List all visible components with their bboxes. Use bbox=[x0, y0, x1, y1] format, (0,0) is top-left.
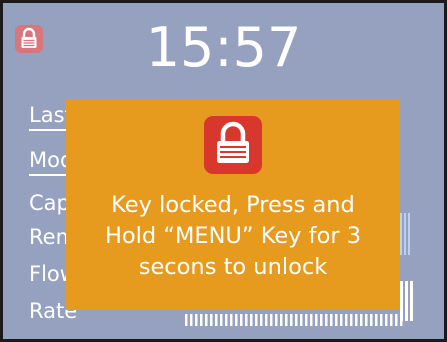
meter-tick bbox=[395, 314, 398, 326]
meter-tick bbox=[265, 314, 268, 326]
meter-tick bbox=[340, 314, 343, 326]
rate-meter bbox=[185, 314, 403, 326]
meter-tick bbox=[390, 314, 393, 326]
meter-tick bbox=[190, 314, 193, 326]
meter-tick bbox=[255, 314, 258, 326]
meter-tick bbox=[300, 314, 303, 326]
key-locked-dialog: Key locked, Press and Hold “MENU” Key fo… bbox=[66, 100, 400, 310]
meter-tick bbox=[365, 314, 368, 326]
meter-tick bbox=[215, 314, 218, 326]
meter-tick bbox=[290, 314, 293, 326]
meter-tick bbox=[400, 314, 403, 326]
meter-tick bbox=[360, 314, 363, 326]
meter-tick bbox=[335, 314, 338, 326]
meter-tick bbox=[345, 314, 348, 326]
meter-tick bbox=[225, 314, 228, 326]
clock: 15:57 bbox=[145, 16, 302, 79]
lock-message-line: Key locked, Press and bbox=[111, 192, 355, 218]
meter-tick bbox=[350, 314, 353, 326]
meter-tick bbox=[285, 314, 288, 326]
meter-tick bbox=[260, 314, 263, 326]
meter-tick bbox=[310, 314, 313, 326]
meter-tick bbox=[305, 314, 308, 326]
meter-tick bbox=[230, 314, 233, 326]
meter-tick bbox=[240, 314, 243, 326]
meter-tick bbox=[250, 314, 253, 326]
meter-tick bbox=[205, 314, 208, 326]
device-screen: 15:57 Last Mode Capacity Remaining Flow … bbox=[0, 0, 447, 342]
meter-tick bbox=[280, 314, 283, 326]
capacity-meter bbox=[400, 213, 410, 255]
lock-message: Key locked, Press and Hold “MENU” Key fo… bbox=[72, 190, 394, 283]
lock-message-line: Hold “MENU” Key for 3 bbox=[104, 223, 362, 249]
meter-tick bbox=[355, 314, 358, 326]
meter-tick bbox=[320, 314, 323, 326]
meter-tick bbox=[235, 314, 238, 326]
meter-tick bbox=[375, 314, 378, 326]
meter-tick bbox=[245, 314, 248, 326]
meter-tick bbox=[185, 314, 188, 326]
meter-tick bbox=[275, 314, 278, 326]
meter-tick bbox=[210, 314, 213, 326]
meter-tick bbox=[270, 314, 273, 326]
lock-message-line: secons to unlock bbox=[138, 254, 328, 280]
meter-tick bbox=[315, 314, 318, 326]
meter-tick bbox=[295, 314, 298, 326]
meter-tick bbox=[200, 314, 203, 326]
meter-tick bbox=[195, 314, 198, 326]
meter-tick bbox=[220, 314, 223, 326]
padlock-icon bbox=[204, 116, 262, 174]
meter-tick bbox=[380, 314, 383, 326]
meter-tick bbox=[370, 314, 373, 326]
meter-tick bbox=[330, 314, 333, 326]
meter-tick bbox=[325, 314, 328, 326]
meter-tick bbox=[385, 314, 388, 326]
